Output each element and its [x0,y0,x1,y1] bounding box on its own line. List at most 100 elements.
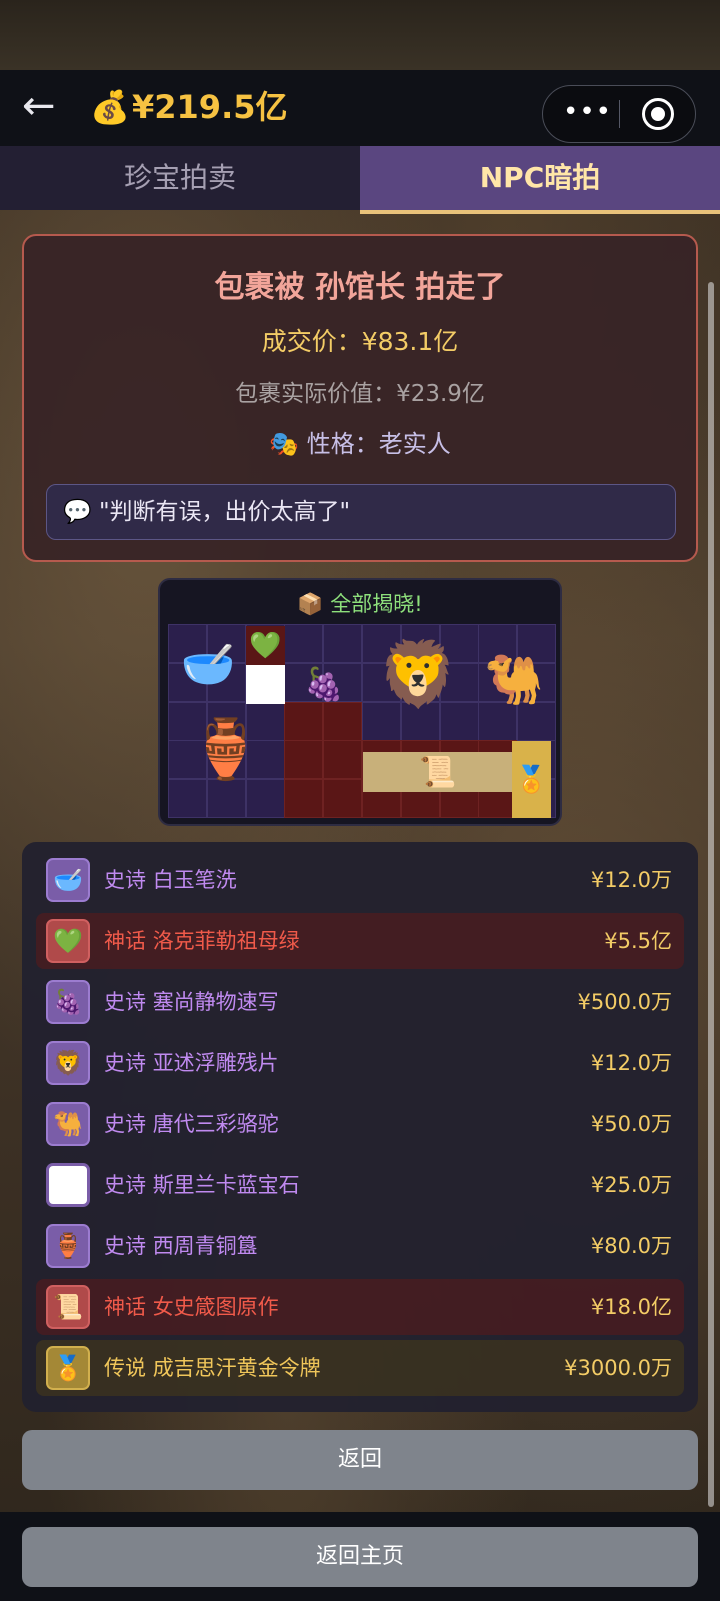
grid-cell [323,701,363,741]
money-balance: ¥219.5亿 [132,88,288,126]
item-thumbnail [46,1163,90,1207]
item-rarity: 史诗 [104,990,146,1014]
item-row[interactable]: 📜 神话 女史箴图原作 ¥18.0亿 [36,1279,684,1335]
item-thumbnail: 📜 [46,1285,90,1329]
item-rarity: 史诗 [104,868,146,892]
item-name: 史诗 白玉笔洗 [104,852,237,908]
item-list: 🥣 史诗 白玉笔洗 ¥12.0万 💚 神话 洛克菲勒祖母绿 ¥5.5亿 🍇 史诗 塞尚静物速写… [22,842,698,1412]
item-name: 神话 洛克菲勒祖母绿 [104,913,300,969]
tab-npc-blind-auction[interactable]: NPC暗拍 [360,146,720,214]
grid-cell [323,779,363,819]
item-row[interactable]: 史诗 斯里兰卡蓝宝石 ¥25.0万 [36,1157,684,1213]
item-price: ¥3000.0万 [564,1356,672,1380]
item-thumbnail: 🥣 [46,858,90,902]
result-title: 包裹被 孙馆长 拍走了 [214,270,506,305]
item-row[interactable]: 🍇 史诗 塞尚静物速写 ¥500.0万 [36,974,684,1030]
grid-cell [284,779,324,819]
item-price: ¥25.0万 [590,1173,672,1197]
item-title: 亚述浮雕残片 [152,1051,279,1075]
item-title: 洛克菲勒祖母绿 [152,929,300,953]
still-life-sketch-image: 🍇 [304,664,344,703]
package-icon: 📦 [297,592,324,616]
reveal-title: 📦 全部揭晓! [160,588,560,618]
grid-cell [284,740,324,780]
mask-icon: 🎭 [269,430,300,458]
admonitions-scroll-image: 📜 [363,752,513,792]
item-rarity: 史诗 [104,1112,146,1136]
item-price: ¥5.5亿 [604,929,672,953]
more-icon[interactable]: ••• [563,95,611,131]
grid-cell [323,624,363,663]
status-area [0,0,720,70]
item-price: ¥12.0万 [590,1051,672,1075]
item-title: 女史箴图原作 [152,1295,279,1319]
auction-result-card: 包裹被 孙馆长 拍走了 成交价：¥83.1亿 包裹实际价值：¥23.9亿 🎭 性… [22,234,698,562]
item-row[interactable]: 🏅 传说 成吉思汗黄金令牌 ¥3000.0万 [36,1340,684,1396]
item-row[interactable]: 🐫 史诗 唐代三彩骆驼 ¥50.0万 [36,1096,684,1152]
item-title: 唐代三彩骆驼 [152,1112,279,1136]
item-rarity: 史诗 [104,1234,146,1258]
item-name: 史诗 亚述浮雕残片 [104,1035,279,1091]
bronze-gui-image: 🏺 [189,714,263,783]
personality: 🎭 性格：老实人 [24,424,696,459]
item-row[interactable]: 🦁 史诗 亚述浮雕残片 ¥12.0万 [36,1035,684,1091]
item-thumbnail: 🏅 [46,1346,90,1390]
reveal-title-text: 全部揭晓! [330,592,423,616]
item-rarity: 传说 [104,1356,146,1380]
return-button[interactable]: 返回 [22,1430,698,1490]
deal-price: 成交价：¥83.1亿 [261,327,459,356]
golden-tablet-image: 🏅 [512,741,551,818]
scrollbar[interactable] [708,282,714,1507]
item-title: 白玉笔洗 [152,868,237,892]
item-thumbnail: 🏺 [46,1224,90,1268]
nav-bar: ← 💰 ¥219.5亿 ••• [0,70,720,146]
close-target-icon[interactable] [642,98,674,130]
item-name: 史诗 唐代三彩骆驼 [104,1096,279,1152]
item-thumbnail: 🍇 [46,980,90,1024]
back-arrow-icon[interactable]: ← [22,86,74,126]
white-jade-washer-image: 🥣 [180,639,236,690]
reveal-panel: 📦 全部揭晓! 🥣 💚 🍇 🦁 🐫 🏺 📜 🏅 [158,578,562,826]
money-bag-icon: 💰 [90,88,130,126]
tab-bar: 珍宝拍卖 NPC暗拍 [0,146,720,214]
item-name: 传说 成吉思汗黄金令牌 [104,1340,321,1396]
assyrian-relief-image: 🦁 [378,637,458,712]
item-title: 成吉思汗黄金令牌 [152,1356,321,1380]
item-row[interactable]: 💚 神话 洛克菲勒祖母绿 ¥5.5亿 [36,913,684,969]
capsule-divider [619,100,620,128]
item-name: 史诗 塞尚静物速写 [104,974,279,1030]
item-thumbnail: 🦁 [46,1041,90,1085]
mini-program-capsule: ••• [542,85,696,143]
tab-treasure-auction[interactable]: 珍宝拍卖 [0,146,360,210]
quote-text: "判断有误，出价太高了" [98,499,351,525]
item-rarity: 史诗 [104,1051,146,1075]
item-name: 神话 女史箴图原作 [104,1279,279,1335]
item-title: 西周青铜簋 [152,1234,258,1258]
emerald-image: 💚 [246,626,285,665]
item-thumbnail: 🐫 [46,1102,90,1146]
item-row[interactable]: 🥣 史诗 白玉笔洗 ¥12.0万 [36,852,684,908]
return-home-button[interactable]: 返回主页 [22,1527,698,1587]
item-rarity: 神话 [104,929,146,953]
item-rarity: 史诗 [104,1173,146,1197]
grid-cell [284,701,324,741]
item-price: ¥12.0万 [590,868,672,892]
item-title: 斯里兰卡蓝宝石 [152,1173,300,1197]
item-title: 塞尚静物速写 [152,990,279,1014]
tang-camel-image: 🐫 [484,651,544,708]
grid-cell [284,624,324,663]
speech-bubble-icon: 💬 [63,499,92,525]
item-price: ¥500.0万 [577,990,672,1014]
item-price: ¥18.0亿 [590,1295,672,1319]
item-rarity: 神话 [104,1295,146,1319]
item-price: ¥80.0万 [590,1234,672,1258]
item-row[interactable]: 🏺 史诗 西周青铜簋 ¥80.0万 [36,1218,684,1274]
sapphire-image [246,665,285,704]
item-name: 史诗 西周青铜簋 [104,1218,258,1274]
item-thumbnail: 💚 [46,919,90,963]
item-name: 史诗 斯里兰卡蓝宝石 [104,1157,300,1213]
personality-label: 性格：老实人 [306,430,451,458]
item-price: ¥50.0万 [590,1112,672,1136]
actual-value: 包裹实际价值：¥23.9亿 [235,381,485,407]
backpack-grid: 🥣 💚 🍇 🦁 🐫 🏺 📜 🏅 [168,624,557,819]
